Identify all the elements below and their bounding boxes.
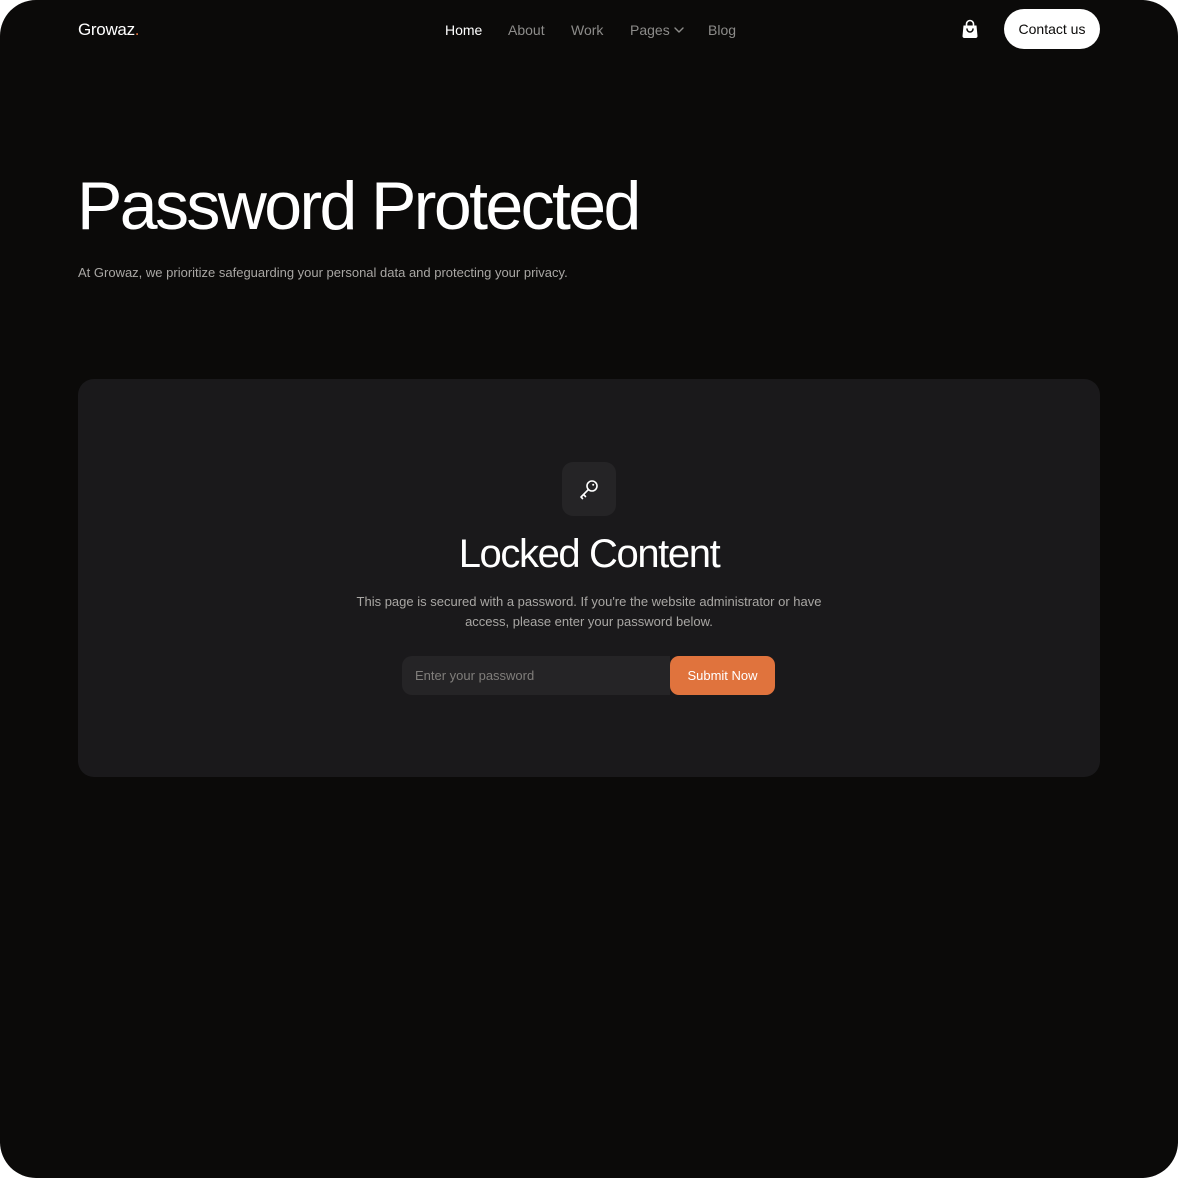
locked-content-title: Locked Content xyxy=(458,532,721,576)
shopping-bag-icon xyxy=(962,19,978,39)
contact-button[interactable]: Contact us xyxy=(1004,9,1100,49)
cart-button[interactable] xyxy=(961,19,979,39)
nav-item-pages[interactable]: Pages xyxy=(630,20,684,40)
key-icon xyxy=(580,480,598,500)
nav-item-home[interactable]: Home xyxy=(445,20,482,40)
nav-item-work[interactable]: Work xyxy=(571,20,603,40)
page-title: Password Protected xyxy=(77,168,641,244)
nav-item-blog[interactable]: Blog xyxy=(708,20,736,40)
locked-content-description: This page is secured with a password. If… xyxy=(356,594,822,629)
nav-item-about[interactable]: About xyxy=(508,20,545,40)
password-input[interactable] xyxy=(402,656,670,695)
key-icon-tile xyxy=(562,462,616,516)
main-nav: Home About Work Pages Blog xyxy=(0,20,1178,40)
submit-button[interactable]: Submit Now xyxy=(670,656,775,695)
nav-item-pages-label: Pages xyxy=(630,22,670,38)
page-subtitle: At Growaz, we prioritize safeguarding yo… xyxy=(78,265,568,280)
page: Growaz. Home About Work Pages Blog Conta… xyxy=(0,0,1178,1178)
locked-content-card: Locked Content This page is secured with… xyxy=(78,379,1100,777)
chevron-down-icon xyxy=(674,27,684,33)
